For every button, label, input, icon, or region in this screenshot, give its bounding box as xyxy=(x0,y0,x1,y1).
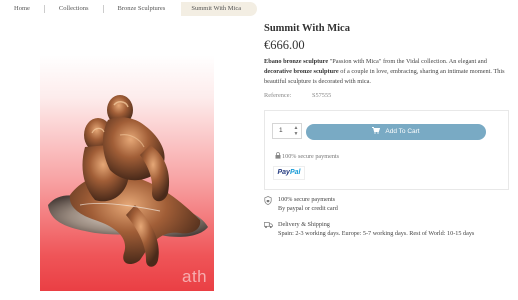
quantity-input[interactable]: 1 ▲ ▼ xyxy=(272,123,302,139)
secure-title: 100% secure payments xyxy=(278,196,336,203)
quantity-value: 1 xyxy=(279,127,283,134)
shipping-title: Delivery & Shipping xyxy=(278,221,330,228)
sculpture-illustration xyxy=(48,95,208,267)
chevron-down-icon[interactable]: ▼ xyxy=(293,131,299,137)
shield-icon xyxy=(264,196,272,205)
reference-value: S57555 xyxy=(312,92,332,99)
product-image[interactable]: ath xyxy=(40,55,214,291)
reassurance-shipping: Delivery & Shipping Spain: 2-3 working d… xyxy=(264,220,509,240)
paypal-logo-part2: Pal xyxy=(289,169,301,176)
desc-part-3: decorative bronze sculpture xyxy=(264,68,339,75)
desc-part-2: "Passion with Mica" from the Vidal colle… xyxy=(328,58,487,65)
add-to-cart-label: Add To Cart xyxy=(385,128,420,135)
breadcrumb-collections[interactable]: Collections xyxy=(45,2,103,16)
product-price: €666.00 xyxy=(264,38,305,52)
add-to-cart-box: 1 ▲ ▼ Add To Cart 100% secure payments P… xyxy=(264,110,509,190)
reference-label: Reference: xyxy=(264,92,292,99)
breadcrumb-bronze-sculptures[interactable]: Bronze Sculptures xyxy=(104,2,180,16)
add-to-cart-button[interactable]: Add To Cart xyxy=(306,124,486,140)
secure-payments-text: 100% secure payments xyxy=(282,153,340,160)
image-watermark: ath xyxy=(182,267,208,286)
breadcrumb-home[interactable]: Home xyxy=(0,2,44,16)
shipping-subtitle: Spain: 2-3 working days. Europe: 5-7 wor… xyxy=(278,230,475,237)
cart-icon xyxy=(372,126,381,134)
product-description: Ebano bronze sculpture "Passion with Mic… xyxy=(264,57,509,87)
product-title: Summit With Mica xyxy=(264,23,350,34)
breadcrumb: Home Collections Bronze Sculptures Summi… xyxy=(0,2,258,16)
lock-icon xyxy=(275,152,281,159)
paypal-logo: PayPal xyxy=(273,166,305,180)
reassurance-shipping-text: Delivery & Shipping Spain: 2-3 working d… xyxy=(278,220,474,238)
reassurance-secure-text: 100% secure payments By paypal or credit… xyxy=(278,195,338,213)
breadcrumb-current: Summit With Mica xyxy=(181,2,258,16)
reassurance-secure-payments: 100% secure payments By paypal or credit… xyxy=(264,195,509,215)
secure-payments-note: 100% secure payments xyxy=(275,152,340,160)
desc-part-1: Ebano bronze sculpture xyxy=(264,58,329,65)
secure-subtitle: By paypal or credit card xyxy=(278,205,338,212)
paypal-logo-part1: Pay xyxy=(277,169,290,176)
truck-icon xyxy=(264,222,273,229)
